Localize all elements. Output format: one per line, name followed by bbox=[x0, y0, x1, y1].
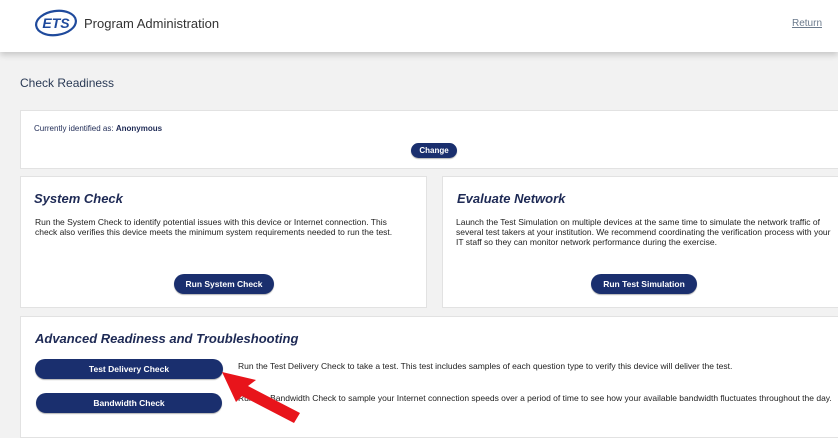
test-delivery-check-description: Run the Test Delivery Check to take a te… bbox=[238, 361, 733, 371]
test-delivery-check-button[interactable]: Test Delivery Check bbox=[35, 359, 223, 379]
ets-logo: ETS bbox=[35, 9, 77, 37]
run-test-simulation-button[interactable]: Run Test Simulation bbox=[591, 274, 697, 294]
system-check-panel: System Check Run the System Check to ide… bbox=[20, 176, 427, 308]
page-title: Check Readiness bbox=[20, 76, 115, 90]
evaluate-network-description: Launch the Test Simulation on multiple d… bbox=[456, 217, 831, 247]
identity-panel: Currently identified as: Anonymous Chang… bbox=[20, 110, 838, 169]
system-check-title: System Check bbox=[34, 191, 123, 206]
bandwidth-check-button[interactable]: Bandwidth Check bbox=[36, 393, 222, 413]
return-link[interactable]: Return bbox=[792, 18, 822, 29]
advanced-readiness-panel: Advanced Readiness and Troubleshooting T… bbox=[20, 316, 838, 438]
ets-logo-text: ETS bbox=[42, 15, 70, 31]
app-title: Program Administration bbox=[84, 16, 220, 31]
bandwidth-check-description: Run the Bandwidth Check to sample your I… bbox=[238, 393, 832, 403]
system-check-description: Run the System Check to identify potenti… bbox=[35, 217, 393, 237]
evaluate-network-title: Evaluate Network bbox=[457, 191, 566, 206]
advanced-title: Advanced Readiness and Troubleshooting bbox=[35, 331, 299, 346]
app-header: ETS Program Administration Return bbox=[0, 0, 838, 52]
change-button[interactable]: Change bbox=[411, 143, 457, 158]
identity-label: Currently identified as: Anonymous bbox=[34, 124, 162, 133]
evaluate-network-panel: Evaluate Network Launch the Test Simulat… bbox=[442, 176, 838, 308]
run-system-check-button[interactable]: Run System Check bbox=[174, 274, 274, 294]
identity-label-text: Currently identified as: bbox=[34, 124, 114, 133]
identity-name: Anonymous bbox=[115, 124, 163, 133]
